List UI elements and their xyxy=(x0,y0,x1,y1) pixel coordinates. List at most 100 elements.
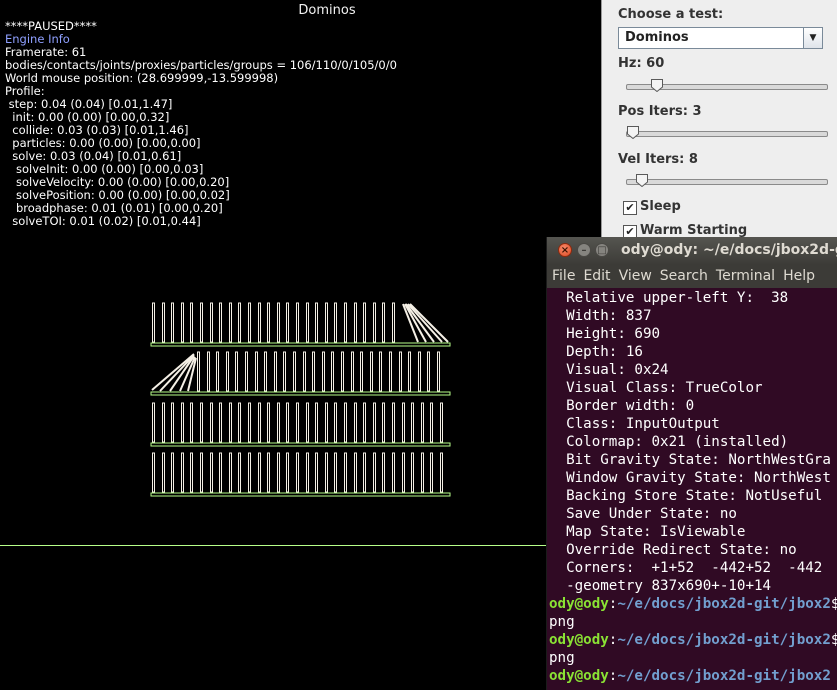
vel-iters-label: Vel Iters: 8 xyxy=(618,152,698,167)
maximize-icon[interactable]: □ xyxy=(595,243,609,257)
domino xyxy=(421,402,424,443)
domino xyxy=(277,402,280,443)
terminal-line: Relative upper-left Y: 38 xyxy=(549,290,789,306)
domino xyxy=(248,452,251,493)
domino xyxy=(351,351,354,392)
domino xyxy=(363,452,366,493)
domino xyxy=(286,452,289,493)
domino xyxy=(248,302,251,343)
domino xyxy=(152,402,155,443)
prompt-user: ody@ody xyxy=(549,596,609,612)
domino xyxy=(248,402,251,443)
domino xyxy=(207,351,210,392)
domino xyxy=(392,302,395,343)
domino xyxy=(283,351,286,392)
domino xyxy=(341,351,344,392)
terminal-line: Window Gravity State: NorthWest xyxy=(549,470,831,486)
domino xyxy=(306,452,309,493)
pos-iters-slider[interactable] xyxy=(626,126,828,139)
domino xyxy=(408,351,411,392)
prompt-path: ~/e/docs/jbox2d-git/jbox2 xyxy=(617,668,831,684)
terminal-window[interactable]: × – □ ody@ody: ~/e/docs/jbox2d-git/ File… xyxy=(546,237,837,690)
domino xyxy=(255,351,258,392)
domino xyxy=(440,452,443,493)
slider-thumb-icon xyxy=(627,126,639,139)
terminal-line: -geometry 837x690+-10+14 xyxy=(549,578,772,594)
vel-iters-slider-thumb[interactable] xyxy=(636,174,648,187)
domino xyxy=(229,452,232,493)
menu-terminal[interactable]: Terminal xyxy=(716,264,775,288)
domino xyxy=(219,302,222,343)
domino xyxy=(354,402,357,443)
sleep-label: Sleep xyxy=(640,199,681,214)
domino xyxy=(162,302,165,343)
domino xyxy=(238,402,241,443)
domino xyxy=(171,302,174,343)
domino xyxy=(181,302,184,343)
menu-search[interactable]: Search xyxy=(660,264,708,288)
domino-scene xyxy=(150,302,451,497)
minimize-icon[interactable]: – xyxy=(577,243,591,257)
domino xyxy=(389,351,392,392)
menu-file[interactable]: File xyxy=(552,264,575,288)
domino xyxy=(181,402,184,443)
domino xyxy=(303,351,306,392)
domino xyxy=(200,452,203,493)
sleep-checkbox[interactable]: ✔ xyxy=(623,201,637,215)
domino xyxy=(306,402,309,443)
domino xyxy=(344,402,347,443)
domino xyxy=(421,452,424,493)
domino xyxy=(354,452,357,493)
hz-slider[interactable] xyxy=(626,79,828,92)
terminal-output[interactable]: Relative upper-left Y: 38 Width: 837 Hei… xyxy=(549,289,837,685)
prompt-line: ody@ody:~/e/docs/jbox2d-git/jbox2 xyxy=(549,667,837,685)
close-icon[interactable]: × xyxy=(558,243,572,257)
domino xyxy=(354,302,357,343)
vel-iters-slider[interactable] xyxy=(626,174,828,187)
pos-iters-label: Pos Iters: 3 xyxy=(618,104,702,119)
domino xyxy=(382,452,385,493)
ground-line xyxy=(0,545,600,546)
menu-help[interactable]: Help xyxy=(783,264,815,288)
domino xyxy=(277,302,280,343)
terminal-line: Class: InputOutput xyxy=(549,416,720,432)
command-output: png xyxy=(549,614,575,630)
prompt-tail: $ xyxy=(831,596,837,612)
terminal-titlebar[interactable]: × – □ ody@ody: ~/e/docs/jbox2d-git/ xyxy=(547,237,837,264)
test-select[interactable]: Dominos ▼ xyxy=(618,27,823,49)
domino xyxy=(258,452,261,493)
domino xyxy=(411,402,414,443)
terminal-line: Depth: 16 xyxy=(549,344,643,360)
hz-slider-thumb[interactable] xyxy=(651,79,663,92)
domino xyxy=(325,402,328,443)
domino xyxy=(200,302,203,343)
domino xyxy=(235,351,238,392)
domino xyxy=(322,351,325,392)
shelf xyxy=(150,391,451,396)
domino xyxy=(312,351,315,392)
domino xyxy=(430,452,433,493)
domino xyxy=(152,302,155,343)
control-panel: Choose a test: Dominos ▼ Hz: 60 Pos Iter… xyxy=(601,0,837,240)
domino xyxy=(210,402,213,443)
menu-view[interactable]: View xyxy=(619,264,652,288)
prompt-line: ody@ody:~/e/docs/jbox2d-git/jbox2$ xyxy=(549,595,837,613)
terminal-line: Override Redirect State: no xyxy=(549,542,797,558)
domino xyxy=(245,351,248,392)
domino xyxy=(296,402,299,443)
menu-edit[interactable]: Edit xyxy=(583,264,610,288)
domino xyxy=(229,302,232,343)
domino xyxy=(226,351,229,392)
terminal-line: Bit Gravity State: NorthWestGra xyxy=(549,452,831,468)
domino xyxy=(315,302,318,343)
domino xyxy=(219,452,222,493)
domino xyxy=(264,351,267,392)
chevron-down-icon[interactable]: ▼ xyxy=(803,28,822,48)
slider-thumb-icon xyxy=(636,174,648,187)
domino xyxy=(344,452,347,493)
hz-label: Hz: 60 xyxy=(618,56,665,71)
pos-iters-slider-thumb[interactable] xyxy=(627,126,639,139)
domino xyxy=(200,402,203,443)
domino xyxy=(373,302,376,343)
selected-test-value: Dominos xyxy=(625,30,689,45)
